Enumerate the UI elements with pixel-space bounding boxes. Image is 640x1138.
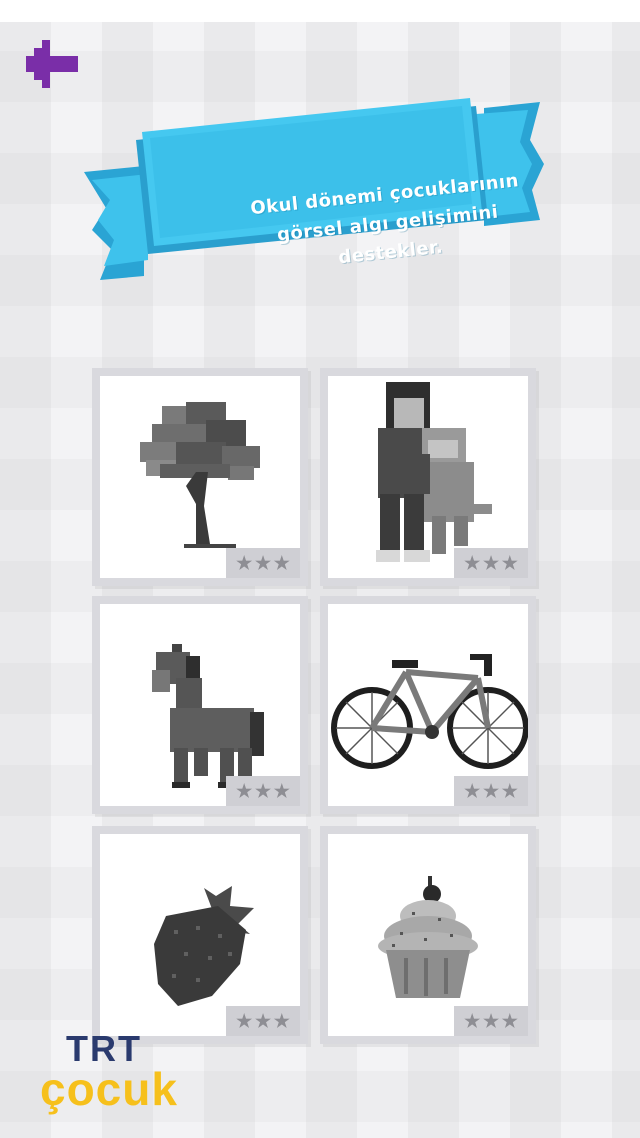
picture-card-strawberry[interactable]: ★★★ xyxy=(92,826,308,1044)
picture-card-tree[interactable]: ★★★ xyxy=(92,368,308,586)
star-icon: ★★★ xyxy=(462,1008,520,1033)
trt-cocuk-logo: TRT çocuk xyxy=(38,1028,198,1118)
picture-card-horse[interactable]: ★★★ xyxy=(92,596,308,814)
back-button[interactable] xyxy=(24,40,84,96)
rating-stars: ★★★ xyxy=(454,548,528,578)
rating-stars: ★★★ xyxy=(226,776,300,806)
star-icon: ★★★ xyxy=(234,778,292,803)
star-icon: ★★★ xyxy=(462,550,520,575)
status-bar xyxy=(0,0,640,22)
rating-stars: ★★★ xyxy=(454,776,528,806)
rating-stars: ★★★ xyxy=(226,548,300,578)
arrow-left-icon xyxy=(26,40,78,88)
picture-card-bicycle[interactable]: ★★★ xyxy=(320,596,536,814)
logo-text-cocuk: çocuk xyxy=(40,1063,178,1115)
rating-stars: ★★★ xyxy=(226,1006,300,1036)
star-icon: ★★★ xyxy=(234,1008,292,1033)
picture-card-cupcake[interactable]: ★★★ xyxy=(320,826,536,1044)
star-icon: ★★★ xyxy=(462,778,520,803)
picture-card-boy-and-dog[interactable]: ★★★ xyxy=(320,368,536,586)
info-banner: Okul dönemi çocuklarının görsel algı gel… xyxy=(84,80,544,310)
star-icon: ★★★ xyxy=(234,550,292,575)
rating-stars: ★★★ xyxy=(454,1006,528,1036)
